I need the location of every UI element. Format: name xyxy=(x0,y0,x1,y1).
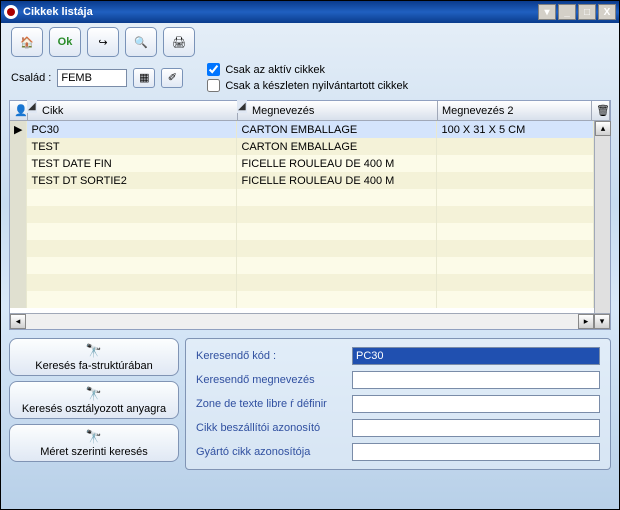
print-icon: 🖨 xyxy=(172,36,186,49)
table-row[interactable] xyxy=(10,189,594,206)
family-input[interactable] xyxy=(57,69,127,87)
grid-picker-button[interactable]: ▦ xyxy=(133,68,155,88)
maximize-button[interactable]: □ xyxy=(578,4,596,20)
vertical-scrollbar[interactable]: ▴ xyxy=(594,121,610,313)
size-search-button[interactable]: 🔭 Méret szerinti keresés xyxy=(9,424,179,462)
exit-button[interactable]: ↪ xyxy=(87,27,119,57)
exit-icon: ↪ xyxy=(98,36,107,49)
active-checkbox[interactable] xyxy=(207,63,220,76)
table-row[interactable]: TEST CARTON EMBALLAGE xyxy=(10,138,594,155)
titlebar[interactable]: Cikkek listája ▾ _ □ X xyxy=(1,1,619,23)
search-button[interactable]: 🔍 xyxy=(125,27,157,57)
grid-icon: ▦ xyxy=(139,71,149,84)
window-title: Cikkek listája xyxy=(23,6,93,18)
ok-button[interactable]: Ok xyxy=(49,27,81,57)
search-code-label: Keresendő kód : xyxy=(196,350,346,362)
table-row[interactable] xyxy=(10,240,594,257)
grid-body[interactable]: ▶ PC30 CARTON EMBALLAGE 100 X 31 X 5 CM … xyxy=(10,121,594,313)
search-icon: 🔍 xyxy=(134,36,148,49)
close-button[interactable]: X xyxy=(598,4,616,20)
data-grid: 👤 ◢Cikk ◢Megnevezés Megnevezés 2 🗑 ▶ PC3… xyxy=(9,100,611,330)
table-row[interactable]: TEST DATE FIN FICELLE ROULEAU DE 400 M xyxy=(10,155,594,172)
scroll-left-icon[interactable]: ◂ xyxy=(10,314,26,329)
app-icon xyxy=(4,5,18,19)
table-row[interactable] xyxy=(10,223,594,240)
filter-bar: Család : ▦ ✐ Csak az aktív cikkek Csak a… xyxy=(1,61,619,98)
sort-indicator-icon: ◢ xyxy=(237,100,247,113)
row-pointer-icon: ▶ xyxy=(10,121,27,138)
app-window: Cikkek listája ▾ _ □ X 🏠 Ok ↪ 🔍 🖨 Család… xyxy=(0,0,620,510)
search-code-input[interactable] xyxy=(352,347,600,365)
family-label: Család : xyxy=(11,72,51,84)
tree-search-button[interactable]: 🔭 Keresés fa-struktúrában xyxy=(9,338,179,376)
search-supplier-input[interactable] xyxy=(352,419,600,437)
header-megnevezes2[interactable]: Megnevezés 2 xyxy=(438,101,592,120)
search-maker-label: Gyártó cikk azonosítója xyxy=(196,446,346,458)
help-button[interactable]: ▾ xyxy=(538,4,556,20)
table-row[interactable] xyxy=(10,257,594,274)
stock-check-row[interactable]: Csak a készleten nyilvántartott cikkek xyxy=(207,79,408,92)
search-maker-input[interactable] xyxy=(352,443,600,461)
header-indicator-icon[interactable]: 👤 xyxy=(10,101,28,120)
search-panel: Keresendő kód : Keresendő megnevezés Zon… xyxy=(185,338,611,470)
header-cikk[interactable]: ◢Cikk xyxy=(28,101,238,120)
table-row[interactable] xyxy=(10,206,594,223)
search-zone-label: Zone de texte libre ŕ définir xyxy=(196,398,346,410)
scroll-down-icon[interactable]: ▾ xyxy=(594,314,610,329)
table-row[interactable] xyxy=(10,291,594,308)
class-search-button[interactable]: 🔭 Keresés osztályozott anyagra xyxy=(9,381,179,419)
home-button[interactable]: 🏠 xyxy=(11,27,43,57)
table-row[interactable] xyxy=(10,274,594,291)
home-icon: 🏠 xyxy=(20,36,34,49)
minimize-button[interactable]: _ xyxy=(558,4,576,20)
table-row[interactable]: ▶ PC30 CARTON EMBALLAGE 100 X 31 X 5 CM xyxy=(10,121,594,138)
grid-header: 👤 ◢Cikk ◢Megnevezés Megnevezés 2 🗑 xyxy=(10,101,610,121)
clear-button[interactable]: ✐ xyxy=(161,68,183,88)
binoculars-icon: 🔭 xyxy=(86,429,102,445)
active-check-row[interactable]: Csak az aktív cikkek xyxy=(207,63,408,76)
toolbar: 🏠 Ok ↪ 🔍 🖨 xyxy=(1,23,619,61)
print-button[interactable]: 🖨 xyxy=(163,27,195,57)
search-zone-input[interactable] xyxy=(352,395,600,413)
table-row[interactable]: TEST DT SORTIE2 FICELLE ROULEAU DE 400 M xyxy=(10,172,594,189)
header-delete-icon[interactable]: 🗑 xyxy=(592,101,610,120)
bottom-panel: 🔭 Keresés fa-struktúrában 🔭 Keresés oszt… xyxy=(1,332,619,476)
eraser-icon: ✐ xyxy=(168,71,177,84)
horizontal-scrollbar[interactable]: ◂ ▸ ▾ xyxy=(10,313,610,329)
search-supplier-label: Cikk beszállítói azonosító xyxy=(196,422,346,434)
binoculars-icon: 🔭 xyxy=(86,386,102,402)
scroll-up-icon[interactable]: ▴ xyxy=(595,121,611,136)
search-name-label: Keresendő megnevezés xyxy=(196,374,346,386)
scroll-right-icon[interactable]: ▸ xyxy=(578,314,594,329)
header-megnevezes[interactable]: ◢Megnevezés xyxy=(238,101,438,120)
search-name-input[interactable] xyxy=(352,371,600,389)
sort-indicator-icon: ◢ xyxy=(27,100,37,113)
stock-checkbox[interactable] xyxy=(207,79,220,92)
binoculars-icon: 🔭 xyxy=(86,343,102,359)
